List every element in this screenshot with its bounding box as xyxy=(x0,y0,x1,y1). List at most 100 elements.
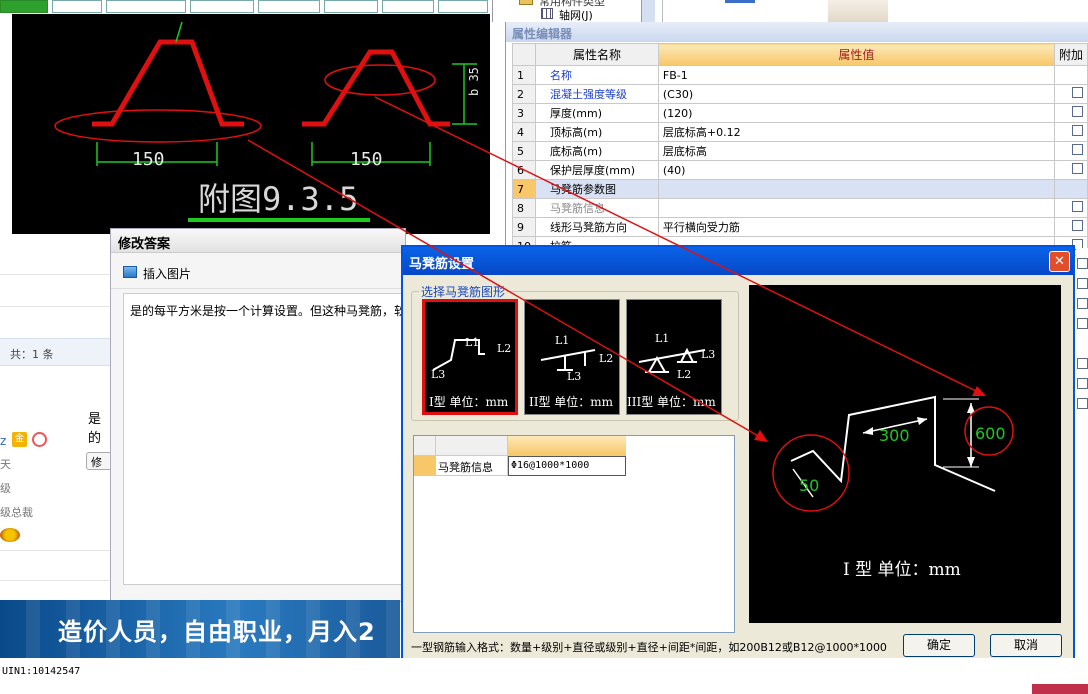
property-row[interactable]: 3 厚度(mm) (120) xyxy=(512,103,1088,123)
green-tab[interactable] xyxy=(0,0,48,13)
svg-text:L3: L3 xyxy=(567,370,581,383)
thumbnail-fragment xyxy=(828,0,888,22)
cancel-button[interactable]: 取消 xyxy=(990,634,1062,657)
editor-toolbar: 插入图片 xyxy=(111,257,405,289)
extra-checkbox[interactable] xyxy=(1077,398,1088,409)
user-meta-b: 级 xyxy=(0,482,11,495)
tab-8[interactable] xyxy=(438,0,488,13)
extra-checkbox[interactable] xyxy=(1072,144,1083,155)
divider xyxy=(0,306,112,307)
property-row[interactable]: 9 线形马凳筋方向 平行横向受力筋 xyxy=(512,217,1088,237)
extra-checkbox[interactable] xyxy=(1077,378,1088,389)
figure-caption: 附图9.3.5 xyxy=(198,180,358,218)
property-value[interactable]: (C30) xyxy=(657,84,1055,104)
svg-text:L1: L1 xyxy=(555,334,569,347)
ok-button[interactable]: 确定 xyxy=(903,634,975,657)
preview-svg: 300 600 50 I 型 单位：mm xyxy=(772,395,1014,580)
image-icon[interactable] xyxy=(123,266,137,278)
svg-text:L3: L3 xyxy=(431,368,445,381)
insert-image-button[interactable]: 插入图片 xyxy=(143,265,191,282)
col-name-header: 属性名称 xyxy=(535,43,659,66)
extra-checkbox[interactable] xyxy=(1072,220,1083,231)
modify-answer-title: 修改答案 xyxy=(111,229,405,253)
thumb-type-2[interactable]: L1 L2 L3 II型 单位：mm xyxy=(524,299,620,415)
extra-checkbox[interactable] xyxy=(1072,163,1083,174)
property-value[interactable]: 平行横向受力筋 xyxy=(657,217,1055,237)
row-number: 6 xyxy=(512,160,536,180)
modify-answer-dialog: 修改答案 插入图片 是的每平方米是按一个计算设置。但这种马凳筋，软 xyxy=(110,228,407,602)
preview-caption: I 型 单位：mm xyxy=(843,560,961,580)
extra-checkbox[interactable] xyxy=(1077,258,1088,269)
property-row[interactable]: 2 混凝土强度等级 (C30) xyxy=(512,84,1088,104)
row-number: 9 xyxy=(512,217,536,237)
close-icon: ✕ xyxy=(1054,254,1065,269)
extra-checkbox[interactable] xyxy=(1077,278,1088,289)
answer-textarea[interactable]: 是的每平方米是按一个计算设置。但这种马凳筋，软 xyxy=(123,293,407,585)
property-value[interactable] xyxy=(657,179,1055,199)
svg-text:L2: L2 xyxy=(677,368,691,381)
property-name: 顶标高(m) xyxy=(535,122,659,142)
edit-button[interactable]: 修 xyxy=(86,452,112,470)
tree-scrollbar[interactable] xyxy=(641,0,655,22)
preview-panel: 300 600 50 I 型 单位：mm xyxy=(749,285,1061,623)
extra-checkbox[interactable] xyxy=(1072,125,1083,136)
dialog-title: 马凳筋设置 xyxy=(403,247,1073,275)
thumb-caption: I型 单位：mm xyxy=(429,394,509,409)
highlight-ellipse-right xyxy=(324,64,436,96)
thumb-caption: III型 单位：mm xyxy=(627,394,716,409)
tab-6[interactable] xyxy=(324,0,378,13)
answer-body-text: 是的每平方米是按一个计算设置。但这种马凳筋，软 xyxy=(130,304,407,318)
thumb-type-3[interactable]: L1 L3 L2 III型 单位：mm xyxy=(626,299,722,415)
dimension-lines xyxy=(96,21,477,166)
extra-checkbox[interactable] xyxy=(1072,106,1083,117)
extra-checkbox[interactable] xyxy=(1077,318,1088,329)
property-value[interactable] xyxy=(657,198,1055,218)
gold-badge-icon: 金 xyxy=(12,432,27,447)
input-format-hint: 一型钢筋输入格式：数量+级别+直径或级别+直径+间距*间距，如200B12或B1… xyxy=(411,641,887,654)
property-row[interactable]: 1 名称 FB-1 xyxy=(512,65,1088,85)
property-editor-title: 属性编辑器 xyxy=(506,22,1088,42)
property-row[interactable]: 8 马凳筋信息 xyxy=(512,198,1088,218)
property-value[interactable]: (120) xyxy=(657,103,1055,123)
col-extra-header: 附加 xyxy=(1053,43,1088,66)
property-row[interactable]: 7 马凳筋参数图 xyxy=(512,179,1088,199)
close-button[interactable]: ✕ xyxy=(1049,251,1070,272)
extra-checkbox[interactable] xyxy=(1072,87,1083,98)
tab-3[interactable] xyxy=(106,0,186,13)
property-name: 底标高(m) xyxy=(535,141,659,161)
property-row[interactable]: 6 保护层厚度(mm) (40) xyxy=(512,160,1088,180)
property-row[interactable]: 4 顶标高(m) 层底标高+0.12 xyxy=(512,122,1088,142)
tab-4[interactable] xyxy=(190,0,254,13)
property-table-header: 属性名称 属性值 附加 xyxy=(512,43,1088,66)
username-fragment[interactable]: z xyxy=(0,434,6,448)
extra-checkbox[interactable] xyxy=(1077,358,1088,369)
row-number: 3 xyxy=(512,103,536,123)
extra-checkbox[interactable] xyxy=(1077,298,1088,309)
property-value[interactable]: 层底标高+0.12 xyxy=(657,122,1055,142)
tab-7[interactable] xyxy=(382,0,434,13)
cad-drawing-image: 150 150 b 35 附图9.3.5 xyxy=(12,14,490,234)
property-value[interactable]: FB-1 xyxy=(657,65,1055,85)
extra-checkbox[interactable] xyxy=(1072,201,1083,212)
svg-text:L1: L1 xyxy=(655,332,669,345)
grid-row-value-input[interactable]: Φ16@1000*1000 xyxy=(508,456,626,476)
svg-text:L2: L2 xyxy=(497,342,511,355)
property-value[interactable]: (40) xyxy=(657,160,1055,180)
property-table: 属性名称 属性值 附加 1 名称 FB-1 2 混凝土强度等级 (C30) 3 厚度(mm)(… xyxy=(512,43,1088,256)
tab-5[interactable] xyxy=(258,0,320,13)
crown-icon xyxy=(0,528,20,542)
tree-item-axis[interactable]: 轴网(J) xyxy=(559,7,593,23)
thumb-type-1[interactable]: L1 L2 L3 I型 单位：mm xyxy=(422,299,518,415)
tab-2[interactable] xyxy=(52,0,102,13)
dim-left-label: 150 xyxy=(132,149,165,170)
row-number: 5 xyxy=(512,141,536,161)
property-value[interactable]: 层底标高 xyxy=(657,141,1055,161)
promo-banner[interactable]: 造价人员，自由职业，月入2 xyxy=(0,600,400,658)
highlight-circle-50 xyxy=(772,434,850,512)
grid-row-label: 马凳筋信息 xyxy=(436,456,508,476)
cad-drawing-svg: 150 150 b 35 附图9.3.5 xyxy=(54,21,481,222)
property-row[interactable]: 5 底标高(m) 层底标高 xyxy=(512,141,1088,161)
property-name: 厚度(mm) xyxy=(535,103,659,123)
dim-side-label: b 35 xyxy=(467,67,481,96)
thumb-type-3-svg: L1 L3 L2 III型 单位：mm xyxy=(627,332,716,409)
